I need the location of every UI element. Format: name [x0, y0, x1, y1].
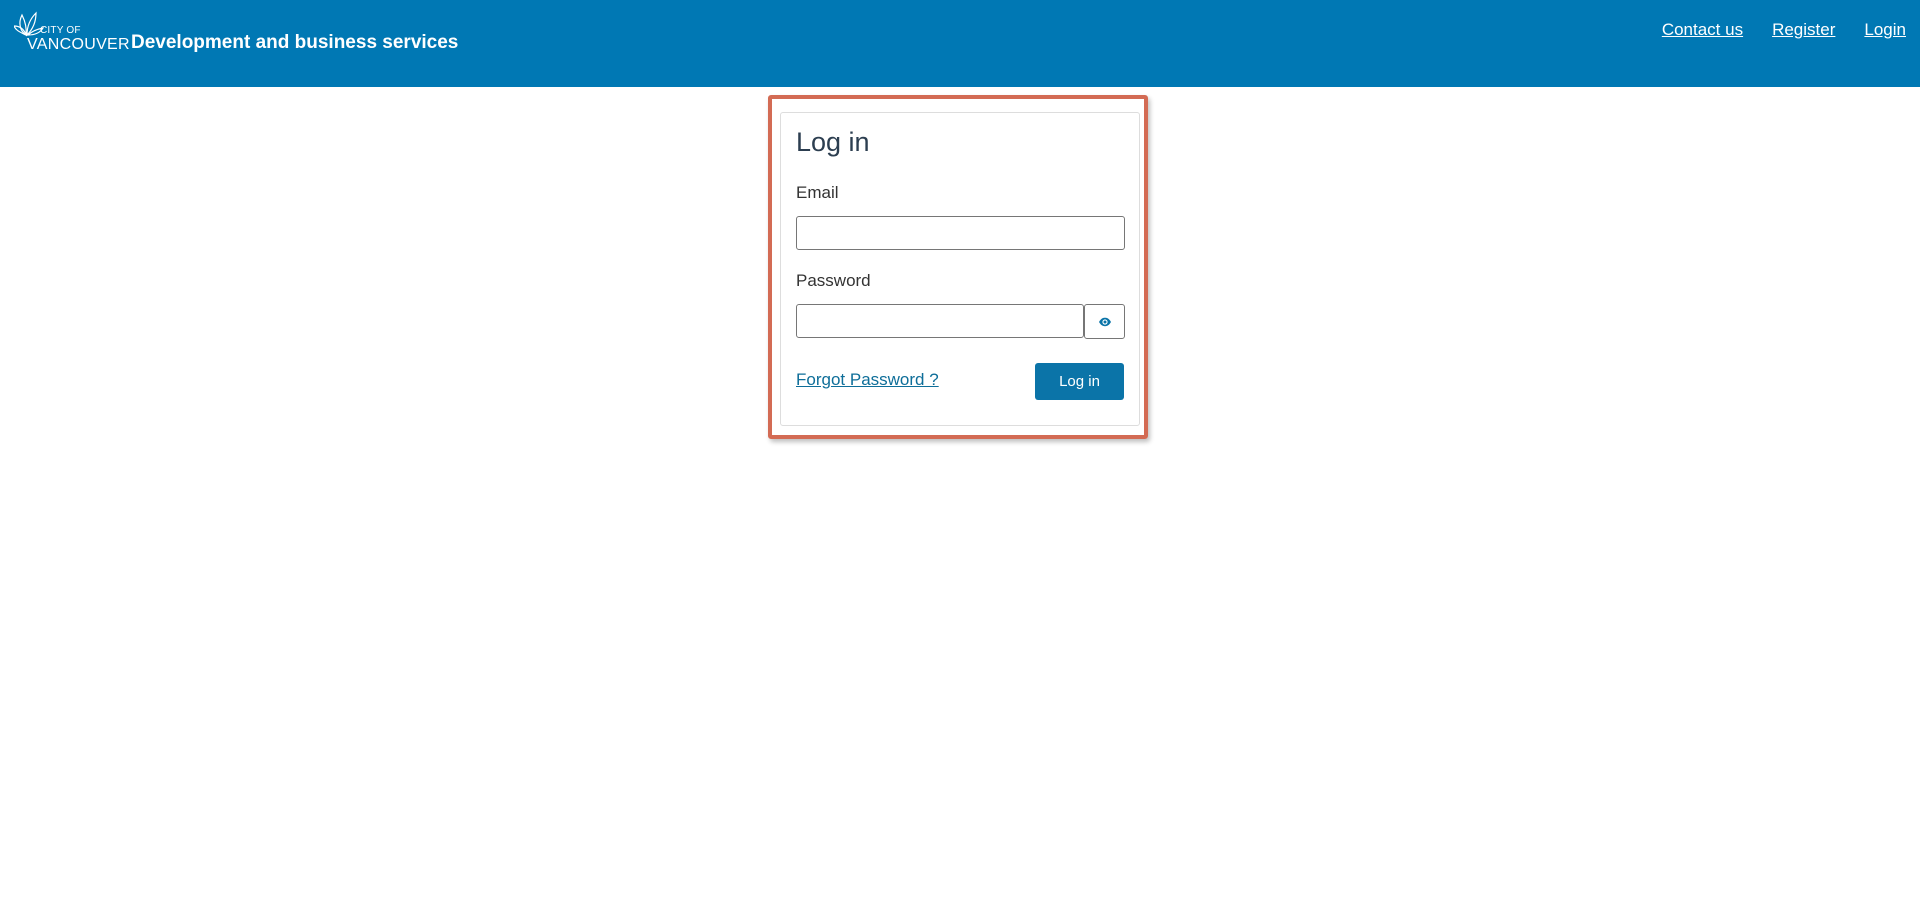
login-card: Log in Email Password Forgot Password ? … [780, 112, 1140, 426]
city-of-vancouver-logo[interactable]: CITY OF VANCOUVER [14, 9, 130, 53]
forgot-password-link[interactable]: Forgot Password ? [796, 369, 939, 391]
log-in-button[interactable]: Log in [1035, 363, 1124, 400]
logo-vancouver: VANCOUVER [27, 36, 130, 53]
nav-contact-us-link[interactable]: Contact us [1662, 19, 1743, 41]
nav-login-link[interactable]: Login [1864, 19, 1906, 41]
login-title: Log in [796, 127, 870, 157]
site-header: CITY OF VANCOUVER Development and busine… [0, 0, 1920, 87]
email-field[interactable] [796, 216, 1125, 250]
email-label: Email [796, 183, 839, 202]
password-label: Password [796, 271, 871, 290]
nav-register-link[interactable]: Register [1772, 19, 1835, 41]
password-field[interactable] [796, 304, 1084, 338]
show-password-button[interactable] [1084, 304, 1125, 339]
eye-icon [1098, 317, 1111, 326]
logo-city-of: CITY OF [40, 25, 81, 36]
site-title[interactable]: Development and business services [131, 31, 458, 55]
header-nav: Contact us Register Login [1662, 19, 1906, 41]
